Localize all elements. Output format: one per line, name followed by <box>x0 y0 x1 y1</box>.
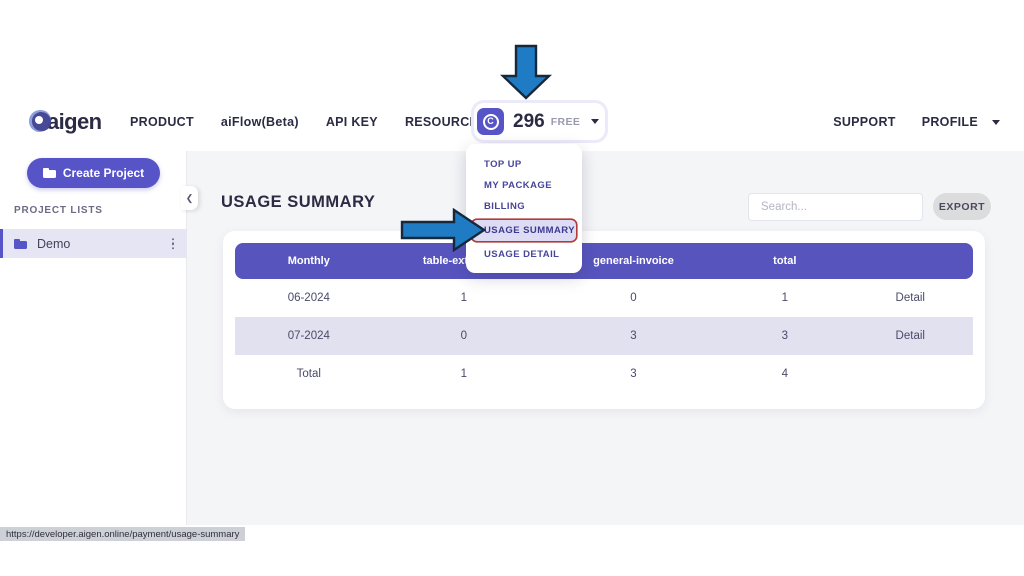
sidebar-item-demo[interactable]: Demo <box>0 229 187 258</box>
nav-link-aiflow[interactable]: aiFlow(Beta) <box>221 115 299 129</box>
chevron-down-icon <box>992 119 1000 125</box>
cell-action: Detail <box>848 279 973 317</box>
sidebar: Create Project PROJECT LISTS Demo <box>0 151 187 525</box>
cell-general-invoice: 0 <box>630 292 637 304</box>
create-project-button[interactable]: Create Project <box>27 158 160 188</box>
cell-table-extraction: 1 <box>460 368 467 380</box>
table-head: Monthly table-extraction general-invoice… <box>235 243 973 279</box>
col-header-monthly: Monthly <box>235 243 383 279</box>
sidebar-item-label: Demo <box>37 236 71 251</box>
browser-viewport: aigen PRODUCT aiFlow(Beta) API KEY RESOU… <box>0 0 1024 576</box>
primary-nav-links: PRODUCT aiFlow(Beta) API KEY RESOURCES <box>130 103 487 141</box>
dropdown-item-usage-summary[interactable]: USAGE SUMMARY <box>472 220 576 241</box>
chevron-down-icon[interactable] <box>591 119 600 124</box>
cell-table-extraction: 1 <box>460 292 467 304</box>
cell-month: Total <box>296 368 321 380</box>
nav-link-profile[interactable]: PROFILE <box>922 115 1000 129</box>
aigen-logo[interactable]: aigen <box>28 103 106 141</box>
annotation-arrow-right <box>400 208 486 252</box>
logo-blob-icon <box>28 109 54 135</box>
dropdown-item-top-up[interactable]: TOP UP <box>466 154 582 175</box>
logo-wordmark: aigen <box>47 109 102 134</box>
cell-table-extraction: 0 <box>382 317 545 355</box>
col-header-total: total <box>722 243 848 279</box>
col-header-actions <box>847 243 973 279</box>
cell-month: 07-2024 <box>235 317 383 355</box>
credit-plan-label: FREE <box>550 115 581 128</box>
detail-link[interactable]: Detail <box>896 292 925 304</box>
create-project-label: Create Project <box>62 166 145 180</box>
annotation-arrow-down <box>500 44 552 100</box>
cell-general-invoice: 3 <box>544 317 723 355</box>
search-box[interactable] <box>748 193 923 221</box>
nav-link-support[interactable]: SUPPORT <box>833 115 896 129</box>
cell-total: 4 <box>781 368 788 380</box>
cell-general-invoice: 3 <box>630 368 637 380</box>
cell-action <box>848 355 973 393</box>
project-lists-heading: PROJECT LISTS <box>14 205 103 216</box>
secondary-nav-links: SUPPORT PROFILE <box>833 103 1000 141</box>
kebab-menu-icon[interactable] <box>171 237 174 250</box>
coin-letter: C <box>482 113 499 130</box>
coin-c-icon: C <box>477 108 504 135</box>
usage-summary-table: Monthly table-extraction general-invoice… <box>235 243 973 393</box>
detail-link[interactable]: Detail <box>896 330 925 342</box>
cell-total: 1 <box>781 292 788 304</box>
nav-link-api-key[interactable]: API KEY <box>326 115 378 129</box>
chevron-left-icon: ❮ <box>185 192 194 203</box>
credit-balance-pill[interactable]: C 296 FREE <box>474 103 606 140</box>
table-row-total: Total 1 3 4 <box>235 355 973 393</box>
folder-plus-icon <box>42 168 56 178</box>
credit-amount: 296 <box>513 110 545 132</box>
cell-month: 06-2024 <box>287 292 330 304</box>
dropdown-item-my-package[interactable]: MY PACKAGE <box>466 175 582 196</box>
folder-icon <box>14 238 27 249</box>
search-input[interactable] <box>759 200 912 214</box>
page-title: USAGE SUMMARY <box>221 193 376 211</box>
profile-label: PROFILE <box>921 115 978 129</box>
cell-action: Detail <box>847 317 973 355</box>
main-content: USAGE SUMMARY EXPORT Monthly table-extra… <box>187 151 1024 525</box>
table-header-row: Monthly table-extraction general-invoice… <box>235 243 973 279</box>
table-row: 07-2024 0 3 3 Detail <box>235 317 973 355</box>
sidebar-collapse-toggle[interactable]: ❮ <box>181 186 198 210</box>
export-button[interactable]: EXPORT <box>933 193 991 220</box>
page-bottom-whitespace <box>0 541 1024 576</box>
usage-summary-card: Monthly table-extraction general-invoice… <box>223 231 985 409</box>
status-bar-url: https://developer.aigen.online/payment/u… <box>0 527 246 541</box>
cell-total: 3 <box>722 317 848 355</box>
table-body: 06-2024 1 0 1 Detail 07-2024 0 3 3 Detai… <box>235 279 973 393</box>
nav-link-product[interactable]: PRODUCT <box>130 115 194 129</box>
table-row: 06-2024 1 0 1 Detail <box>235 279 973 317</box>
